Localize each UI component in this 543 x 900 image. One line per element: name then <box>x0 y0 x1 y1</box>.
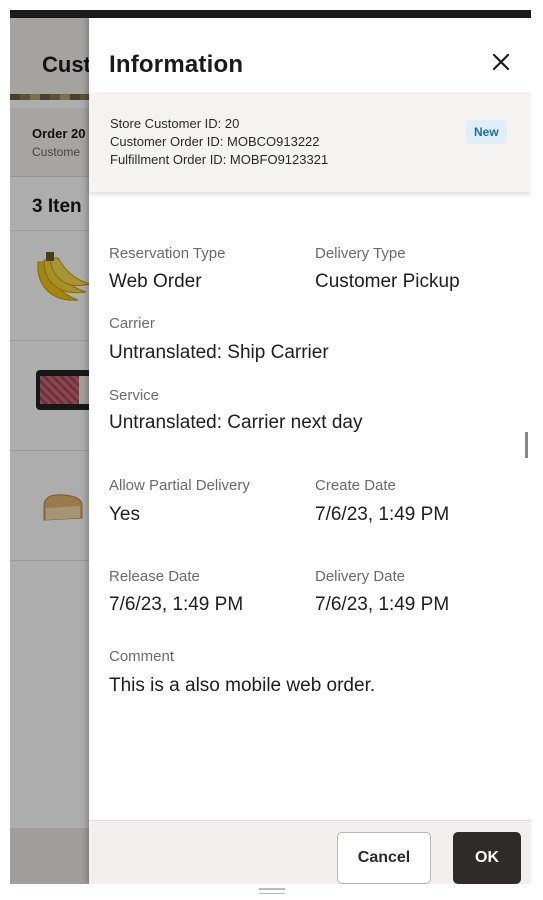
allow-partial-delivery-value: Yes <box>109 504 140 525</box>
release-date-value: 7/6/23, 1:49 PM <box>109 594 244 615</box>
drag-handle-icon[interactable] <box>259 888 285 896</box>
store-customer-id: Store Customer ID: 20 <box>110 116 240 131</box>
close-icon <box>492 53 510 71</box>
close-button[interactable] <box>487 48 515 76</box>
release-date-label: Release Date <box>109 568 200 585</box>
service-value: Untranslated: Carrier next day <box>109 412 363 433</box>
delivery-type-value: Customer Pickup <box>315 271 460 292</box>
create-date-value: 7/6/23, 1:49 PM <box>315 504 450 525</box>
device-screen: Cust Order 20 Custome 3 Iten Information… <box>10 10 531 884</box>
customer-order-id: Customer Order ID: MOBCO913222 <box>110 134 320 149</box>
order-summary: Store Customer ID: 20 Customer Order ID:… <box>89 92 531 192</box>
status-badge: New <box>466 120 507 144</box>
reservation-type-value: Web Order <box>109 271 202 292</box>
service-label: Service <box>109 387 160 404</box>
delivery-type-label: Delivery Type <box>315 245 406 262</box>
carrier-value: Untranslated: Ship Carrier <box>109 342 329 363</box>
ok-button[interactable]: OK <box>453 832 521 884</box>
information-drawer: Information Store Customer ID: 20 Custom… <box>89 18 531 884</box>
fulfillment-order-id: Fulfillment Order ID: MOBFO9123321 <box>110 152 329 167</box>
create-date-label: Create Date <box>315 477 396 494</box>
comment-value: This is a also mobile web order. <box>109 675 376 696</box>
cancel-button[interactable]: Cancel <box>337 832 431 884</box>
resize-handle[interactable] <box>525 432 528 458</box>
delivery-date-label: Delivery Date <box>315 568 406 585</box>
comment-label: Comment <box>109 648 175 665</box>
drawer-title: Information <box>109 51 244 78</box>
allow-partial-delivery-label: Allow Partial Delivery <box>109 477 250 494</box>
carrier-label: Carrier <box>109 315 155 332</box>
app-frame: Cust Order 20 Custome 3 Iten Information… <box>0 0 543 900</box>
reservation-type-label: Reservation Type <box>109 245 226 262</box>
delivery-date-value: 7/6/23, 1:49 PM <box>315 594 450 615</box>
